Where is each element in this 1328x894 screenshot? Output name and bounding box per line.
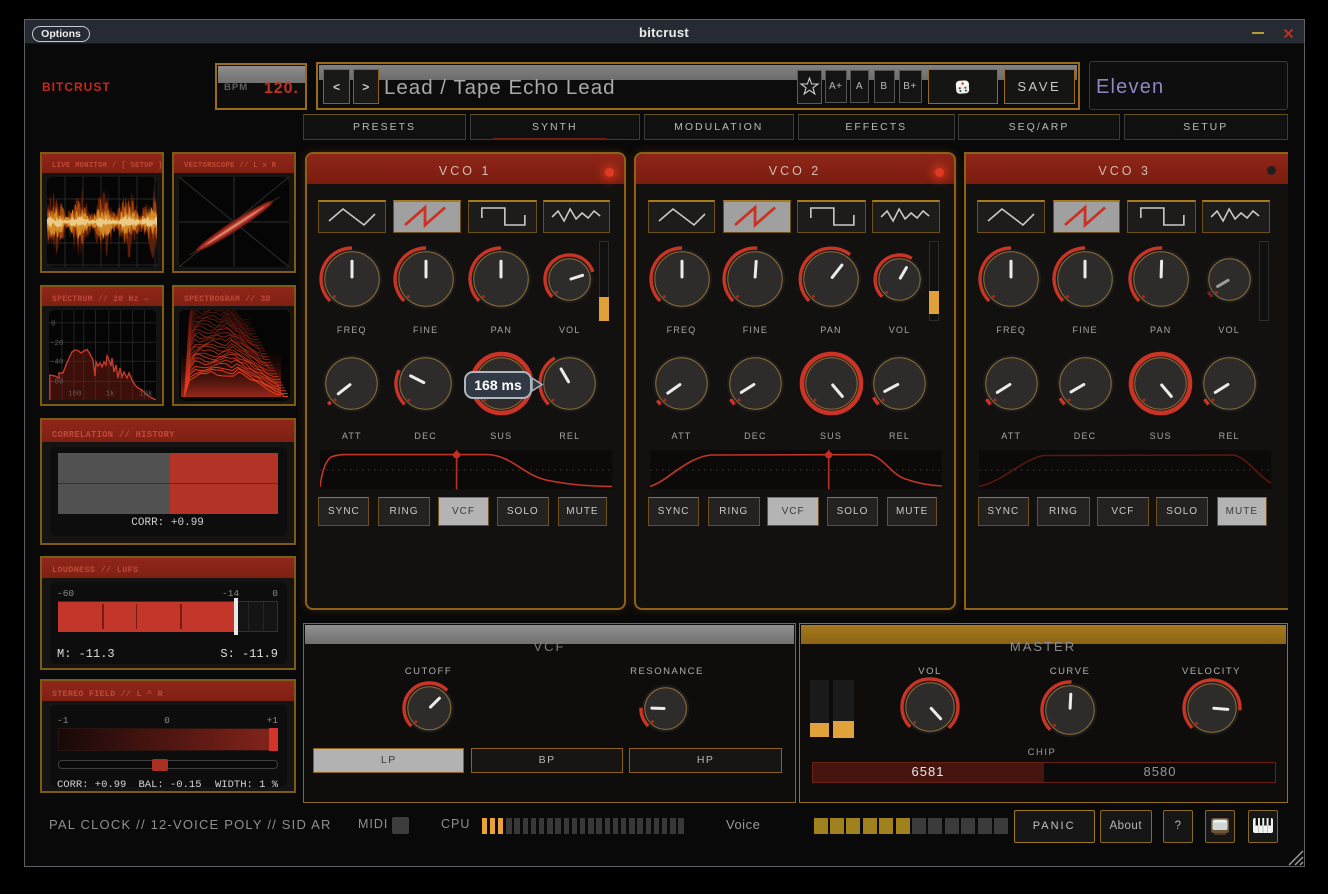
svg-text:1k: 1k — [105, 390, 114, 398]
svg-text:-20: -20 — [50, 340, 64, 348]
svg-text:-60: -60 — [50, 378, 64, 386]
svg-text:-40: -40 — [50, 359, 64, 367]
svg-text:100: 100 — [68, 390, 82, 398]
svg-text:10k: 10k — [139, 390, 153, 398]
svg-text:0: 0 — [51, 320, 56, 328]
